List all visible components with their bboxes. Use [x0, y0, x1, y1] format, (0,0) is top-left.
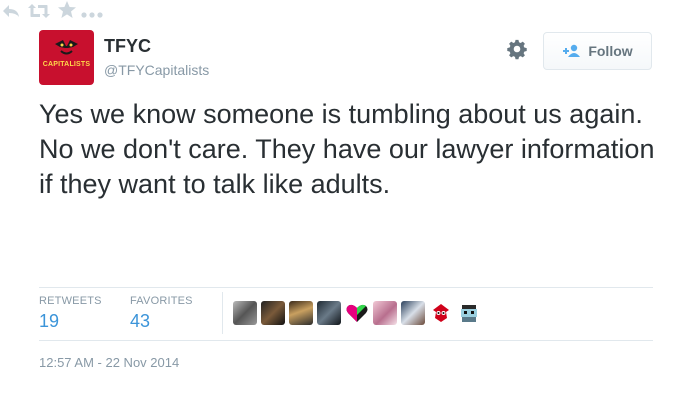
display-name[interactable]: TFYC: [104, 36, 151, 57]
avatar-logo-text: CAPITALISTS: [42, 61, 91, 68]
add-user-icon: [563, 44, 581, 57]
heart-avatar-icon: [346, 304, 368, 322]
favoriter-avatar[interactable]: [429, 301, 453, 325]
favorites-count: 43: [130, 311, 151, 331]
stats-bottom-divider: [39, 340, 653, 341]
profile-avatar[interactable]: CAPITALISTS: [39, 30, 94, 85]
screen-name[interactable]: @TFYCapitalists: [104, 62, 209, 78]
favorites-stat[interactable]: FAVORITES 43: [130, 295, 193, 332]
red-emblem-avatar-icon: [433, 304, 449, 322]
favoriter-avatar[interactable]: [317, 301, 341, 325]
gear-icon[interactable]: [506, 38, 528, 60]
logo-emblem: [55, 40, 78, 55]
more-icon[interactable]: [81, 11, 103, 19]
follow-label: Follow: [588, 43, 633, 59]
retweets-label: RETWEETS: [39, 295, 102, 307]
favoriter-avatar[interactable]: [373, 301, 397, 325]
retweets-count: 19: [39, 311, 60, 331]
favoriter-avatar[interactable]: [261, 301, 285, 325]
stats-top-divider: [39, 287, 653, 288]
favoriter-avatar[interactable]: [457, 301, 481, 325]
star-icon[interactable]: [57, 0, 77, 19]
retweets-stat[interactable]: RETWEETS 19: [39, 295, 102, 332]
follow-button[interactable]: Follow: [543, 32, 652, 70]
retweet-icon[interactable]: [26, 3, 52, 19]
favoriter-avatar[interactable]: [233, 301, 257, 325]
favoriter-avatar[interactable]: [401, 301, 425, 325]
stats-separator: [222, 292, 223, 334]
favoriter-avatar[interactable]: [289, 301, 313, 325]
pixel-avatar-icon: [461, 305, 477, 322]
tweet-text: Yes we know someone is tumbling about us…: [39, 99, 655, 199]
tweet-timestamp[interactable]: 12:57 AM - 22 Nov 2014: [39, 355, 179, 370]
favorites-label: FAVORITES: [130, 295, 193, 307]
favoriter-avatar[interactable]: [345, 301, 369, 325]
tweet-actions: [0, 0, 696, 24]
reply-icon[interactable]: [0, 3, 22, 19]
